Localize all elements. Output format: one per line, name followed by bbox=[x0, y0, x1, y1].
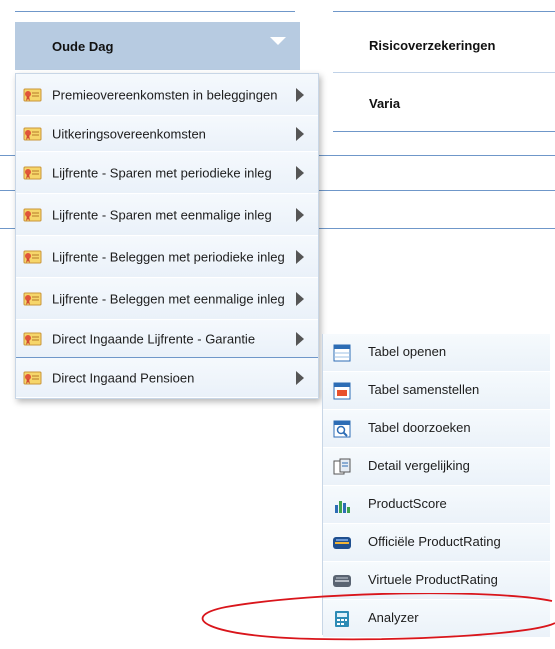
certificate-icon bbox=[23, 332, 42, 345]
submenu-item-label: Detail vergelijking bbox=[368, 458, 470, 473]
submenu-arrow-icon bbox=[296, 207, 304, 222]
menu-item-label: Lijfrente - Sparen met eenmalige inleg bbox=[52, 207, 272, 222]
calculator-icon bbox=[335, 610, 349, 627]
submenu-arrow-icon bbox=[296, 249, 304, 264]
submenu-item-label: Virtuele ProductRating bbox=[368, 572, 498, 587]
menu-item-lijfrente-sparen-eenmalig[interactable]: Lijfrente - Sparen met eenmalige inleg bbox=[16, 194, 318, 236]
submenu-item-label: Officiële ProductRating bbox=[368, 534, 501, 549]
submenu-item-label: Tabel openen bbox=[368, 344, 447, 359]
table-search-icon bbox=[333, 420, 351, 437]
divider-varia bbox=[333, 131, 555, 132]
certificate-icon bbox=[23, 250, 42, 263]
bar-chart-icon bbox=[335, 500, 350, 513]
divider-risico bbox=[333, 72, 555, 73]
submenu-item-tabel-doorzoeken[interactable]: Tabel doorzoeken bbox=[323, 410, 550, 448]
rating-badge-gray-icon bbox=[333, 574, 351, 587]
submenu-item-tabel-openen[interactable]: Tabel openen bbox=[323, 334, 550, 372]
menu-item-label: Lijfrente - Beleggen met periodieke inle… bbox=[52, 249, 285, 264]
submenu-item-detail-vergelijking[interactable]: Detail vergelijking bbox=[323, 448, 550, 486]
menu-item-label: Uitkeringsovereenkomsten bbox=[52, 126, 206, 141]
document-compare-icon bbox=[333, 458, 351, 474]
submenu-item-analyzer[interactable]: Analyzer bbox=[323, 600, 550, 638]
menu-item-label: Lijfrente - Beleggen met eenmalige inleg bbox=[52, 291, 285, 306]
certificate-icon bbox=[23, 166, 42, 179]
nav-varia[interactable]: Varia bbox=[369, 96, 400, 111]
submenu-arrow-icon bbox=[296, 126, 304, 141]
top-divider-left bbox=[15, 11, 295, 12]
nav-oude-dag[interactable]: Oude Dag bbox=[15, 22, 300, 70]
nav-risicoverzekeringen[interactable]: Risicoverzekeringen bbox=[369, 38, 495, 53]
dropdown-triangle-icon bbox=[270, 37, 286, 45]
certificate-icon bbox=[23, 292, 42, 305]
menu-item-lijfrente-sparen-periodiek[interactable]: Lijfrente - Sparen met periodieke inleg bbox=[16, 152, 318, 194]
submenu-arrow-icon bbox=[296, 291, 304, 306]
certificate-icon bbox=[23, 127, 42, 140]
submenu-arrow-icon bbox=[296, 87, 304, 102]
menu-item-direct-ingaand-pensioen[interactable]: Direct Ingaand Pensioen bbox=[16, 358, 318, 398]
submenu-item-label: ProductScore bbox=[368, 496, 447, 511]
submenu-item-label: Analyzer bbox=[368, 610, 419, 625]
menu-item-label: Lijfrente - Sparen met periodieke inleg bbox=[52, 165, 272, 180]
submenu-arrow-icon bbox=[296, 165, 304, 180]
menu-item-lijfrente-beleggen-periodiek[interactable]: Lijfrente - Beleggen met periodieke inle… bbox=[16, 236, 318, 278]
submenu-arrow-icon bbox=[296, 331, 304, 346]
submenu-item-productscore[interactable]: ProductScore bbox=[323, 486, 550, 524]
menu-item-label: Direct Ingaande Lijfrente - Garantie bbox=[52, 331, 256, 346]
submenu-item-tabel-samenstellen[interactable]: Tabel samenstellen bbox=[323, 372, 550, 410]
rating-badge-icon bbox=[333, 536, 351, 549]
menu-item-premieovereenkomsten[interactable]: Premieovereenkomsten in beleggingen bbox=[16, 74, 318, 116]
submenu-item-officiele-productrating[interactable]: Officiële ProductRating bbox=[323, 524, 550, 562]
table-open-icon bbox=[333, 344, 351, 361]
oude-dag-menu: Premieovereenkomsten in beleggingen Uitk… bbox=[15, 73, 319, 399]
top-divider-right bbox=[333, 11, 555, 12]
certificate-icon bbox=[23, 208, 42, 221]
nav-oude-dag-label: Oude Dag bbox=[52, 38, 114, 54]
menu-item-label: Direct Ingaand Pensioen bbox=[52, 370, 195, 385]
menu-item-label: Premieovereenkomsten in beleggingen bbox=[52, 87, 278, 102]
table-compose-icon bbox=[333, 382, 351, 399]
submenu-arrow-icon bbox=[296, 370, 304, 385]
submenu-item-virtuele-productrating[interactable]: Virtuele ProductRating bbox=[323, 562, 550, 600]
menu-item-direct-ingaande-lijfrente[interactable]: Direct Ingaande Lijfrente - Garantie bbox=[16, 320, 318, 358]
certificate-icon bbox=[23, 88, 42, 101]
certificate-icon bbox=[23, 371, 42, 384]
menu-item-lijfrente-beleggen-eenmalig[interactable]: Lijfrente - Beleggen met eenmalige inleg bbox=[16, 278, 318, 320]
menu-item-uitkeringsovereenkomsten[interactable]: Uitkeringsovereenkomsten bbox=[16, 116, 318, 152]
submenu-item-label: Tabel doorzoeken bbox=[368, 420, 471, 435]
submenu-item-label: Tabel samenstellen bbox=[368, 382, 480, 397]
tools-submenu: Tabel openen Tabel samenstellen Tabel do… bbox=[322, 334, 550, 638]
